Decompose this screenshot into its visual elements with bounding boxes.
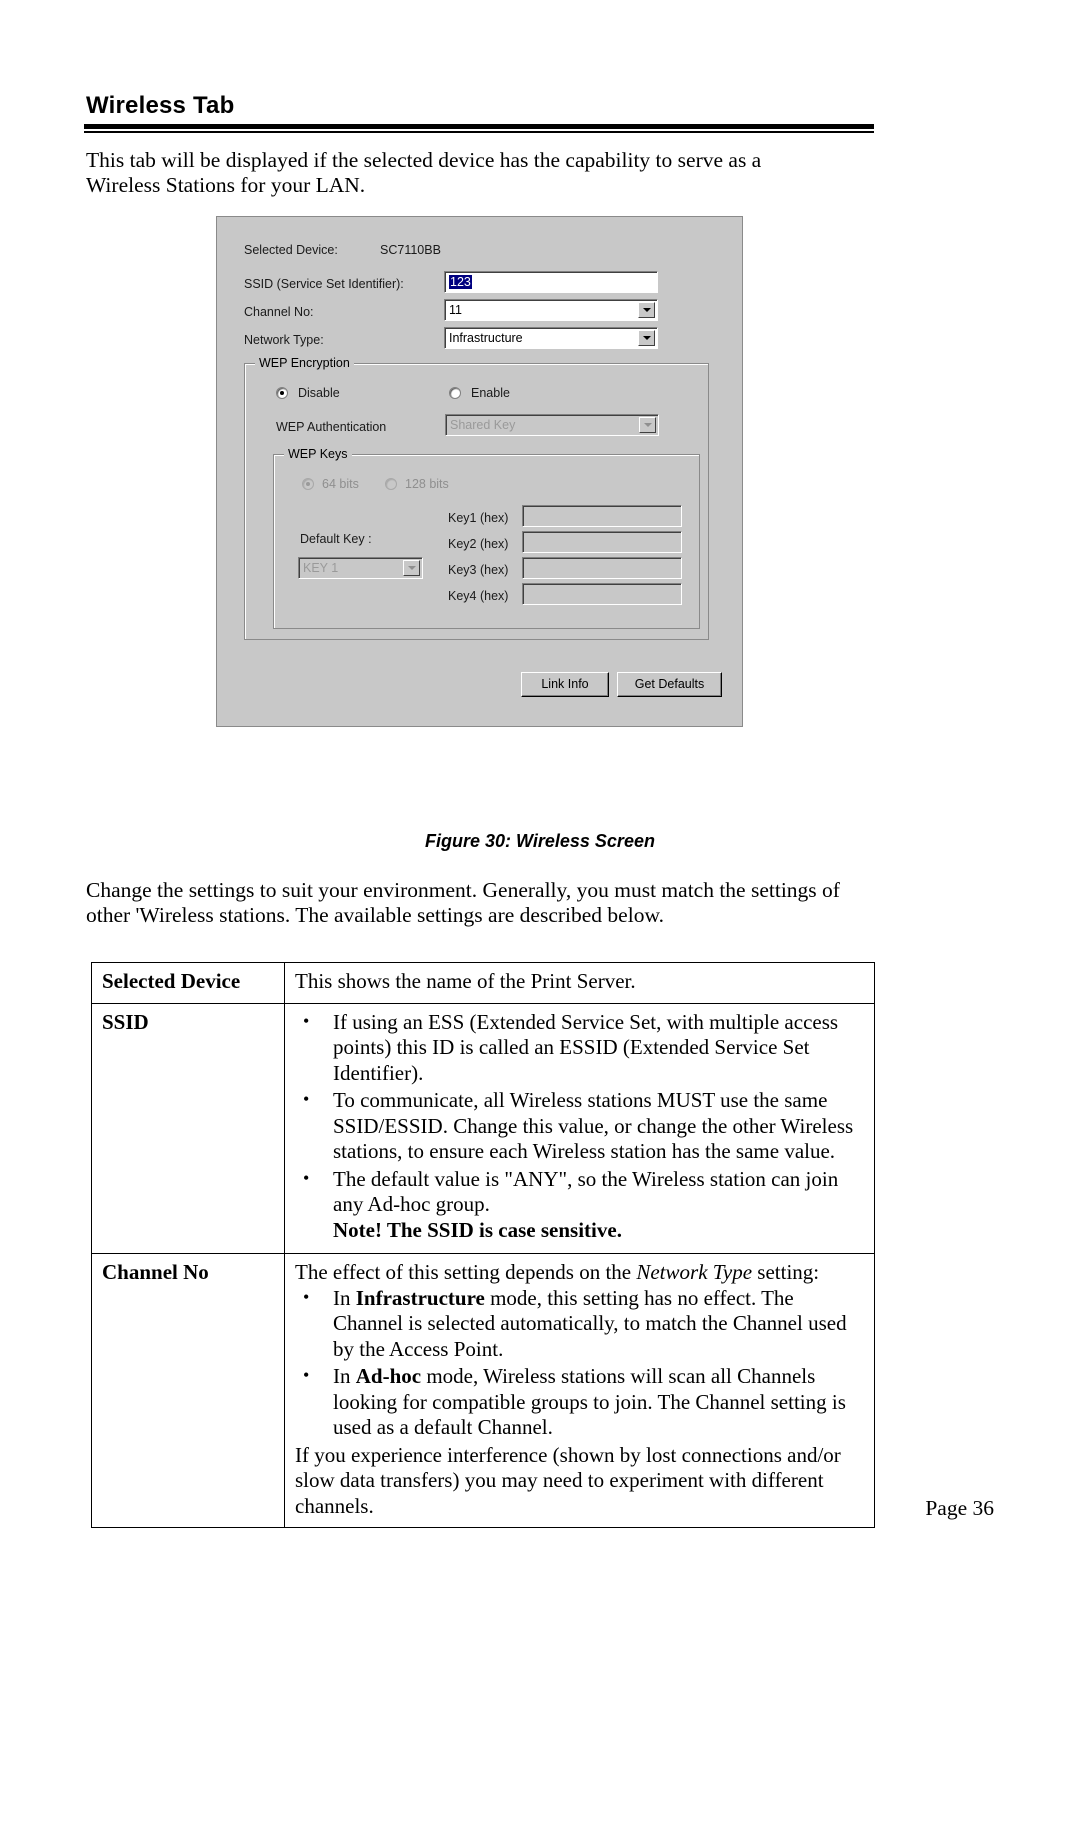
wireless-screen-figure: Selected Device: SC7110BB SSID (Service …: [216, 216, 743, 727]
wep-authentication-combobox[interactable]: Shared Key: [445, 414, 659, 436]
default-key-value: KEY 1: [303, 561, 339, 575]
table-row: Channel No The effect of this setting de…: [91, 1253, 875, 1528]
key2-label: Key2 (hex): [448, 537, 509, 551]
key1-label: Key1 (hex): [448, 511, 509, 525]
wep-encryption-group: WEP Encryption Disable Enable WEP Authen…: [244, 356, 709, 640]
table-row: Selected Device This shows the name of t…: [91, 962, 875, 1004]
ssid-input[interactable]: 123: [444, 271, 658, 293]
wep-enable-label: Enable: [471, 386, 510, 400]
wep-keys-group-title: WEP Keys: [284, 447, 352, 461]
selected-device-label: Selected Device:: [244, 243, 338, 257]
channel-lead-text: The effect of this setting depends on th…: [295, 1260, 864, 1286]
document-page: Wireless Tab This tab will be displayed …: [0, 0, 1080, 1822]
page-number: Page 36: [925, 1496, 994, 1520]
row-key-selected-device: Selected Device: [91, 962, 285, 1004]
list-item: To communicate, all Wireless stations MU…: [295, 1087, 864, 1165]
channel-tail-text: If you experience interference (shown by…: [295, 1442, 841, 1518]
wep-enable-radio[interactable]: [449, 387, 461, 399]
page-title: Wireless Tab: [86, 92, 235, 119]
infrastructure-emphasis: Infrastructure: [355, 1285, 485, 1310]
wep-128bits-radio[interactable]: [385, 478, 397, 490]
wep-64bits-label: 64 bits: [322, 477, 359, 491]
ssid-input-value: 123: [449, 275, 472, 289]
key4-label: Key4 (hex): [448, 589, 509, 603]
bullet-before-text: In: [333, 1285, 356, 1310]
list-item-text: The default value is "ANY", so the Wirel…: [333, 1166, 839, 1217]
lead-before-text: The effect of this setting depends on th…: [295, 1260, 637, 1284]
table-row: SSID If using an ESS (Extended Service S…: [91, 1002, 875, 1254]
title-rule-thick: [84, 124, 874, 129]
chevron-down-icon[interactable]: [639, 417, 656, 433]
wep-disable-label: Disable: [298, 386, 340, 400]
network-type-combobox[interactable]: Infrastructure: [444, 327, 658, 349]
row-value-ssid: If using an ESS (Extended Service Set, w…: [284, 1002, 875, 1254]
chevron-down-icon[interactable]: [638, 330, 655, 346]
network-type-label: Network Type:: [244, 333, 324, 347]
title-rule-thin: [84, 131, 874, 133]
channel-bullet-list: In Infrastructure mode, this setting has…: [295, 1285, 864, 1441]
intro-paragraph: This tab will be displayed if the select…: [86, 148, 762, 197]
channel-no-combobox[interactable]: 11: [444, 299, 658, 321]
bullet-before-text: In: [333, 1364, 356, 1388]
list-item: In Ad-hoc mode, Wireless stations will s…: [295, 1363, 864, 1441]
ssid-bullet-list: If using an ESS (Extended Service Set, w…: [295, 1009, 864, 1244]
figure-caption: Figure 30: Wireless Screen: [425, 831, 655, 851]
key3-input[interactable]: [522, 557, 682, 579]
row-value-channel-no: The effect of this setting depends on th…: [284, 1253, 875, 1528]
link-info-button[interactable]: Link Info: [521, 672, 609, 697]
adhoc-emphasis: Ad-hoc: [355, 1364, 422, 1388]
network-type-emphasis: Network Type: [636, 1260, 753, 1284]
selected-device-value: SC7110BB: [380, 243, 441, 257]
ssid-label: SSID (Service Set Identifier):: [244, 277, 404, 291]
wep-64bits-radio[interactable]: [302, 478, 314, 490]
network-type-value: Infrastructure: [449, 331, 523, 345]
wep-disable-radio[interactable]: [276, 387, 288, 399]
wep-128bits-label: 128 bits: [405, 477, 449, 491]
chevron-down-icon[interactable]: [638, 302, 655, 318]
wep-encryption-group-title: WEP Encryption: [255, 356, 354, 370]
mid-paragraph: Change the settings to suit your environ…: [86, 878, 840, 927]
row-key-channel-no: Channel No: [91, 1253, 285, 1528]
channel-no-value: 11: [449, 303, 462, 317]
wep-keys-group: WEP Keys 64 bits 128 bits Default Key : …: [273, 447, 700, 629]
key2-input[interactable]: [522, 531, 682, 553]
default-key-combobox[interactable]: KEY 1: [298, 557, 423, 579]
key3-label: Key3 (hex): [448, 563, 509, 577]
settings-description-table: Selected Device This shows the name of t…: [91, 962, 875, 1528]
ssid-case-note: Note! The SSID is case sensitive.: [333, 1217, 622, 1242]
channel-no-label: Channel No:: [244, 305, 314, 319]
wep-authentication-label: WEP Authentication: [276, 420, 387, 434]
row-key-ssid: SSID: [91, 1002, 285, 1254]
list-item: The default value is "ANY", so the Wirel…: [295, 1166, 864, 1244]
key1-input[interactable]: [522, 505, 682, 527]
key4-input[interactable]: [522, 583, 682, 605]
list-item: If using an ESS (Extended Service Set, w…: [295, 1009, 864, 1087]
chevron-down-icon[interactable]: [403, 560, 420, 576]
get-defaults-button[interactable]: Get Defaults: [617, 672, 722, 697]
default-key-label: Default Key :: [300, 532, 372, 546]
wep-authentication-value: Shared Key: [450, 418, 516, 432]
lead-after-text: setting:: [752, 1260, 820, 1284]
list-item: In Infrastructure mode, this setting has…: [295, 1285, 864, 1363]
row-value-selected-device: This shows the name of the Print Server.: [284, 962, 875, 1004]
